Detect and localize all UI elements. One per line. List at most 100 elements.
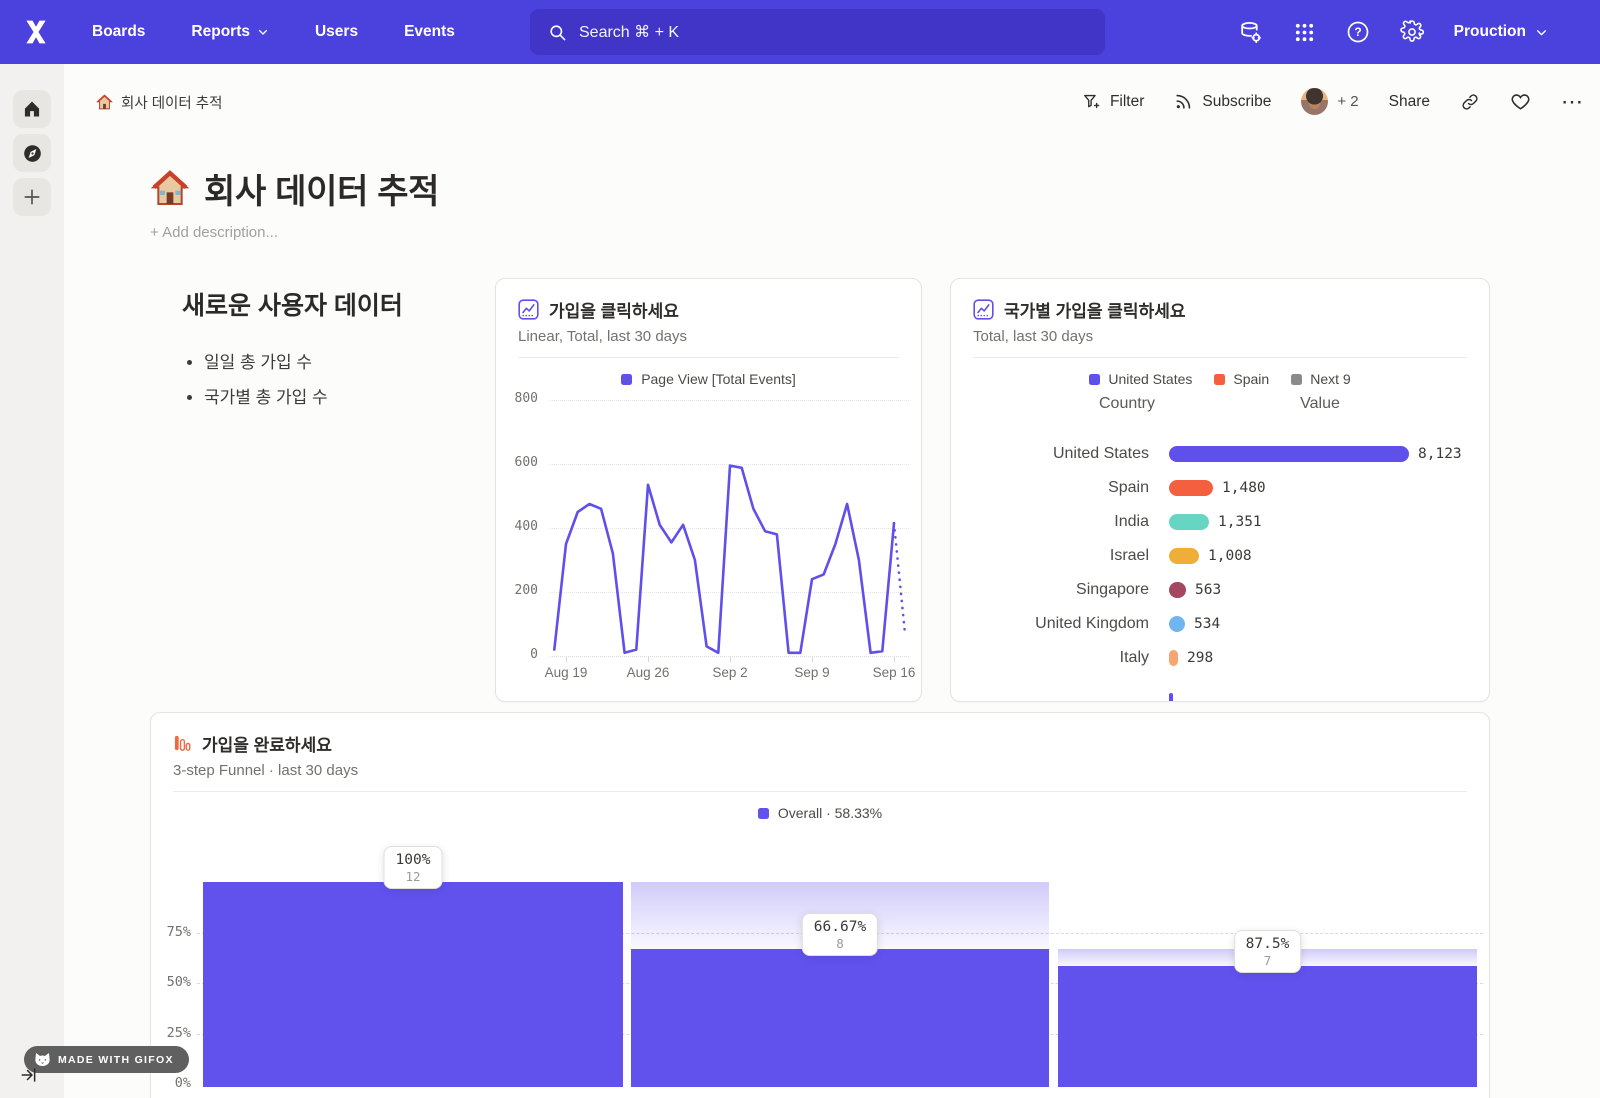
help-icon[interactable]: ?: [1346, 20, 1370, 44]
funnel-bar[interactable]: [203, 882, 623, 1087]
country-bar-card[interactable]: 국가별 가입을 클릭하세요 Total, last 30 days United…: [950, 278, 1490, 702]
search-icon: [548, 23, 567, 42]
link-icon: [1460, 92, 1480, 112]
more-options-button[interactable]: ⋯: [1561, 97, 1584, 107]
mixpanel-logo-icon: [22, 18, 50, 46]
country-label: United Kingdom: [951, 615, 1149, 633]
line-chart-card[interactable]: 가입을 클릭하세요 Linear, Total, last 30 days Pa…: [495, 278, 922, 702]
nav-item-boards[interactable]: Boards: [92, 23, 145, 41]
expand-sidebar-icon[interactable]: [20, 1066, 38, 1089]
fox-icon: [34, 1052, 51, 1067]
filter-icon: [1082, 92, 1101, 111]
favorite-button[interactable]: [1510, 91, 1531, 112]
screen: Boards Reports Users Events Search ⌘ + K…: [0, 0, 1600, 1098]
country-label: Singapore: [951, 581, 1149, 599]
plus-icon: [22, 187, 42, 207]
gifox-badge[interactable]: MADE WITH GIFOX: [24, 1046, 189, 1073]
funnel-step-pct: 66.67%: [814, 919, 866, 935]
funnel-bar[interactable]: [1058, 966, 1477, 1087]
search-input[interactable]: Search ⌘ + K: [530, 9, 1105, 55]
house-emoji: [96, 94, 113, 111]
house-emoji: [150, 169, 190, 209]
funnel-step-label: 87.5%7: [1234, 930, 1302, 973]
gifox-label: MADE WITH GIFOX: [58, 1054, 174, 1066]
table-row[interactable]: United Kingdom 534: [951, 615, 1489, 633]
breadcrumb[interactable]: 회사 데이터 추적: [96, 92, 222, 113]
funnel-plot-area: 0%25%50%75%100%1266.67%887.5%7: [151, 713, 1489, 1098]
nav-item-label: Users: [315, 23, 358, 41]
main-content: 회사 데이터 추적 Filter Subscribe + 2 Share: [64, 64, 1600, 1098]
project-selector[interactable]: Prouction: [1454, 23, 1548, 41]
page-toolbar: Filter Subscribe + 2 Share ⋯: [1082, 88, 1584, 115]
discover-button[interactable]: [13, 134, 51, 172]
nav-item-label: Reports: [191, 23, 250, 41]
home-icon: [22, 99, 42, 119]
ellipsis-icon: ⋯: [1561, 97, 1584, 107]
nav-item-events[interactable]: Events: [404, 23, 455, 41]
table-row[interactable]: Italy298: [951, 649, 1489, 667]
list-item: 일일 총 가입 수: [204, 348, 482, 373]
avatar: [1301, 88, 1328, 115]
left-rail: [0, 64, 64, 1098]
rss-icon: [1174, 92, 1193, 111]
table-row[interactable]: Israel 1,008: [951, 547, 1489, 565]
country-value: 1,480: [1222, 480, 1266, 497]
funnel-step-count: 12: [396, 869, 431, 884]
svg-text:?: ?: [1354, 25, 1361, 39]
country-value: 8,123: [1418, 446, 1462, 463]
create-new-button[interactable]: [13, 178, 51, 216]
table-row[interactable]: Singapore563: [951, 581, 1489, 599]
country-bar[interactable]: [1169, 480, 1213, 496]
page-title-row: 회사 데이터 추적: [150, 164, 439, 213]
y-tick-label: 25%: [151, 1025, 191, 1041]
nav-item-reports[interactable]: Reports: [191, 23, 269, 41]
share-button[interactable]: Share: [1389, 93, 1430, 111]
collaborators[interactable]: + 2: [1301, 88, 1358, 115]
subscribe-label: Subscribe: [1202, 93, 1271, 111]
chevron-down-icon: [257, 26, 269, 38]
table-row[interactable]: Spain 1,480: [951, 479, 1489, 497]
country-label: Spain: [951, 479, 1149, 497]
country-value: 1,008: [1208, 548, 1252, 565]
country-label: United States: [951, 445, 1149, 463]
funnel-card[interactable]: 가입을 완료하세요 3-step Funnel · last 30 days O…: [150, 712, 1490, 1098]
table-row[interactable]: India1,351: [951, 513, 1489, 531]
heart-icon: [1510, 91, 1531, 112]
data-management-icon[interactable]: [1238, 20, 1263, 45]
filter-label: Filter: [1110, 93, 1144, 111]
nav-menu: Boards Reports Users Events: [92, 0, 455, 64]
search-placeholder: Search ⌘ + K: [579, 22, 679, 42]
page-title[interactable]: 회사 데이터 추적: [204, 164, 439, 213]
funnel-step-label: 100%12: [384, 846, 443, 889]
table-row[interactable]: United States 8,123: [951, 445, 1489, 463]
country-label: Israel: [951, 547, 1149, 565]
nav-item-users[interactable]: Users: [315, 23, 358, 41]
filter-button[interactable]: Filter: [1082, 92, 1144, 111]
line-series: [496, 279, 922, 702]
funnel-bar[interactable]: [631, 949, 1049, 1087]
subscribe-button[interactable]: Subscribe: [1174, 92, 1271, 111]
compass-icon: [22, 143, 43, 164]
breadcrumb-title: 회사 데이터 추적: [121, 92, 222, 113]
apps-grid-icon[interactable]: [1293, 21, 1316, 44]
copy-link-button[interactable]: [1460, 92, 1480, 112]
nav-item-label: Boards: [92, 23, 145, 41]
country-bar[interactable]: [1169, 582, 1186, 598]
funnel-step-count: 7: [1246, 953, 1290, 968]
settings-gear-icon[interactable]: [1400, 20, 1424, 44]
text-widget[interactable]: 새로운 사용자 데이터 일일 총 가입 수 국가별 총 가입 수: [182, 286, 482, 418]
country-bar[interactable]: [1169, 650, 1178, 666]
add-description[interactable]: + Add description...: [150, 224, 278, 241]
nav-right: ? Prouction: [1238, 0, 1548, 64]
nav-item-label: Events: [404, 23, 455, 41]
country-bar[interactable]: [1169, 514, 1209, 530]
country-bar[interactable]: [1169, 616, 1185, 632]
country-bar[interactable]: [1169, 548, 1199, 564]
funnel-step-pct: 87.5%: [1246, 936, 1290, 952]
country-table: United States 8,123 Spain 1,480 India1,351 Is…: [951, 279, 1489, 701]
country-value: 298: [1187, 650, 1213, 667]
country-value: 534: [1194, 616, 1220, 633]
country-bar[interactable]: [1169, 446, 1409, 462]
mixpanel-logo[interactable]: [18, 14, 54, 50]
home-button[interactable]: [13, 90, 51, 128]
